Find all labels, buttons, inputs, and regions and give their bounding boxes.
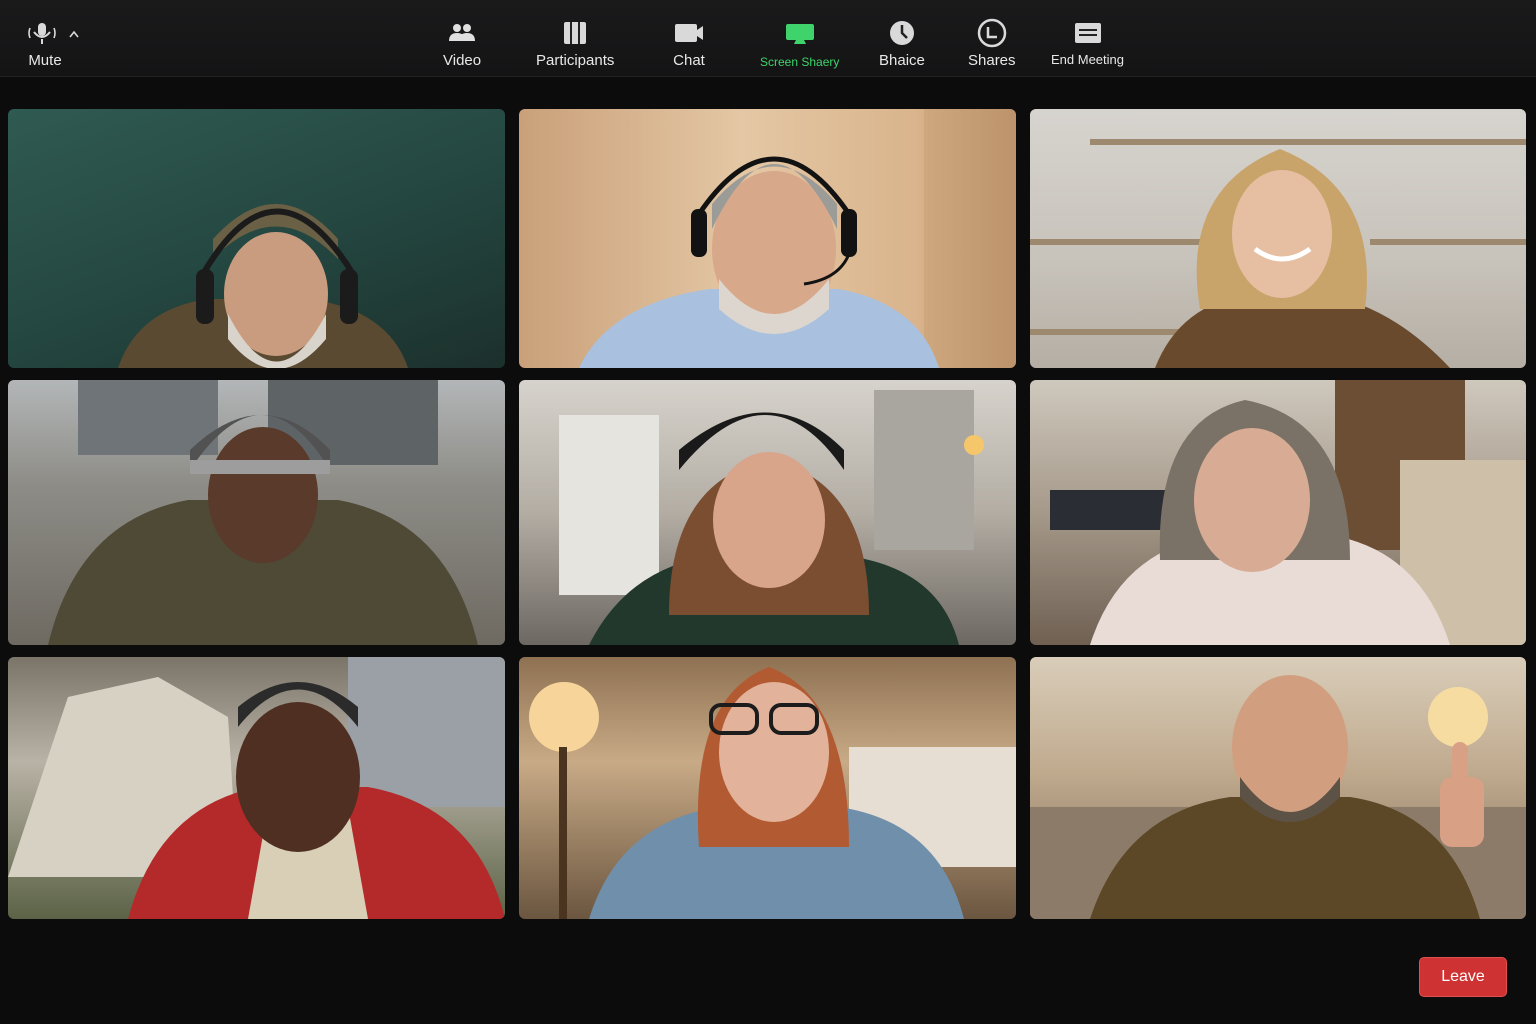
leave-button[interactable]: Leave (1419, 957, 1507, 997)
video-call-window: Mute Video Participants Chat Screen Shae… (0, 0, 1536, 1024)
participant-tile-4[interactable] (8, 380, 505, 645)
chat-button[interactable]: Chat (673, 18, 705, 69)
bhaice-label: Bhaice (879, 52, 925, 69)
document-icon (1074, 18, 1102, 48)
participant-video (1030, 139, 1526, 368)
bhaice-button[interactable]: Bhaice (879, 18, 925, 69)
participant-video (579, 109, 1016, 368)
participants-label: Participants (536, 52, 615, 69)
participant-tile-9[interactable] (1030, 657, 1526, 919)
participants-button[interactable]: Participants (536, 18, 614, 69)
participant-video (1050, 380, 1526, 645)
end-meeting-label: End Meeting (1051, 52, 1124, 67)
shares-label: Shares (968, 52, 1016, 69)
participant-grid (8, 109, 1527, 920)
participant-tile-3[interactable] (1030, 109, 1526, 368)
mute-button[interactable]: Mute (24, 18, 86, 69)
users-icon (447, 18, 477, 48)
participant-tile-2[interactable] (519, 109, 1016, 368)
chat-label: Chat (673, 52, 705, 69)
participant-video (118, 204, 408, 368)
mute-label: Mute (28, 52, 62, 69)
shares-icon (977, 18, 1007, 48)
shares-button[interactable]: Shares (968, 18, 1016, 69)
participant-video (48, 380, 478, 645)
screen-share-icon (784, 18, 816, 48)
meeting-toolbar (0, 938, 1536, 1024)
participant-tile-5[interactable] (519, 380, 1016, 645)
screen-share-label: Screen Shaery (760, 55, 840, 69)
end-meeting-button[interactable]: End Meeting (1051, 18, 1124, 67)
video-label: Video (443, 52, 482, 69)
chat-icon (673, 18, 705, 48)
participant-tile-6[interactable] (1030, 380, 1526, 645)
participant-video (8, 657, 505, 919)
participant-video (529, 667, 1016, 919)
participant-video (559, 390, 984, 645)
participant-video (1030, 675, 1526, 919)
screen-share-button[interactable]: Screen Shaery (760, 18, 839, 69)
participant-tile-7[interactable] (8, 657, 505, 919)
participant-tile-8[interactable] (519, 657, 1016, 919)
clock-icon (888, 18, 916, 48)
video-button[interactable]: Video (443, 18, 481, 69)
microphone-icon (24, 18, 86, 48)
participant-tile-1[interactable] (8, 109, 505, 368)
participants-icon (562, 18, 588, 48)
